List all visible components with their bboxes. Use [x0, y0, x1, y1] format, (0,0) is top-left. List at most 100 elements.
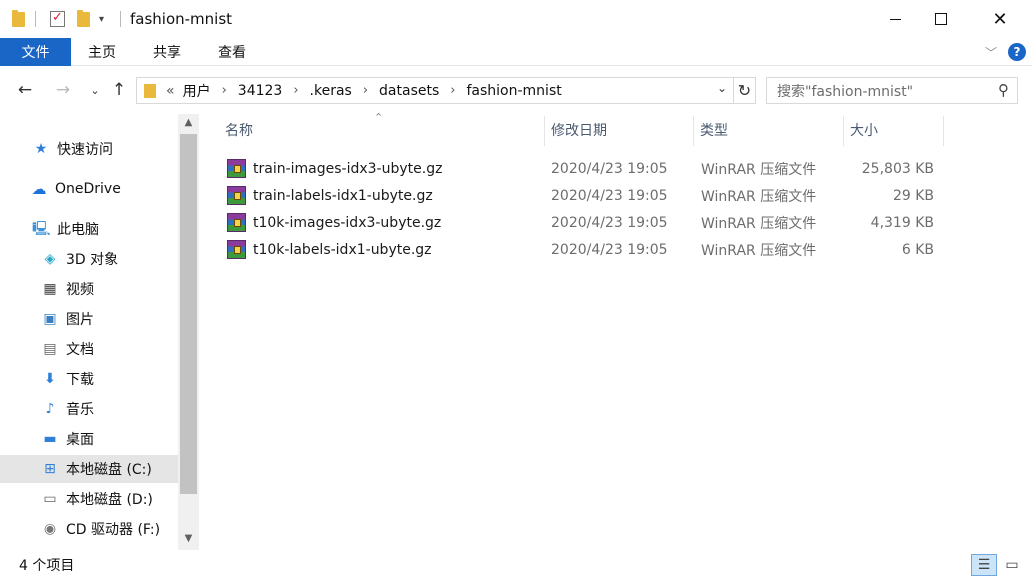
- nav-quick-access[interactable]: ★ 快速访问: [0, 135, 178, 163]
- recent-locations-chevron-icon[interactable]: ⌄: [84, 78, 106, 102]
- column-divider[interactable]: [943, 116, 944, 146]
- column-header-modified[interactable]: 修改日期: [551, 114, 607, 146]
- title-bar: ▾ fashion-mnist ✕: [0, 0, 1032, 38]
- tab-home[interactable]: 主页: [88, 38, 116, 66]
- details-view-icon[interactable]: ☰: [971, 554, 997, 576]
- file-name: train-labels-idx1-ubyte.gz: [253, 187, 433, 204]
- nav-item-label: 音乐: [66, 402, 94, 418]
- ribbon-expand-chevron-icon[interactable]: ﹀: [985, 44, 997, 61]
- cloud-icon: ☁: [31, 180, 47, 198]
- file-type: WinRAR 压缩文件: [701, 161, 817, 178]
- nav-downloads[interactable]: ⬇ 下载: [0, 365, 178, 393]
- scroll-down-arrow-icon[interactable]: ▼: [178, 530, 199, 548]
- scroll-thumb[interactable]: [180, 134, 197, 494]
- search-icon[interactable]: ⚲: [998, 81, 1009, 99]
- file-list: 名称 ⌃ 修改日期 类型 大小 train-images-idx3-ubyte.…: [199, 111, 1032, 550]
- file-modified: 2020/4/23 19:05: [551, 214, 668, 231]
- large-icons-view-icon[interactable]: ▭: [999, 554, 1025, 576]
- minimize-button[interactable]: [872, 0, 918, 38]
- nav-item-label: CD 驱动器 (F:): [66, 522, 161, 538]
- breadcrumb-separator[interactable]: ›: [363, 83, 368, 98]
- file-row[interactable]: t10k-images-idx3-ubyte.gz 2020/4/23 19:0…: [219, 209, 945, 236]
- quick-access-separator: [35, 11, 36, 27]
- desktop-icon: ▬: [43, 431, 57, 447]
- nav-videos[interactable]: ▦ 视频: [0, 275, 178, 303]
- address-bar[interactable]: « 用户 › 34123 › .keras › datasets › fashi…: [136, 77, 756, 104]
- breadcrumb-overflow[interactable]: «: [166, 83, 175, 99]
- nav-desktop[interactable]: ▬ 桌面: [0, 425, 178, 453]
- breadcrumb-separator[interactable]: ›: [222, 83, 227, 98]
- column-divider[interactable]: [693, 116, 694, 146]
- file-name-cell: t10k-labels-idx1-ubyte.gz: [227, 236, 432, 263]
- back-button[interactable]: ←: [14, 78, 36, 102]
- breadcrumb-34123[interactable]: 34123: [238, 83, 283, 99]
- file-size: 25,803 KB: [861, 160, 934, 177]
- nav-cd-drive-f[interactable]: ◉ CD 驱动器 (F:): [0, 515, 178, 543]
- nav-item-label: 快速访问: [57, 142, 113, 158]
- address-history-chevron-icon[interactable]: ⌄: [717, 81, 727, 95]
- breadcrumb-keras[interactable]: .keras: [310, 83, 352, 99]
- help-icon[interactable]: ?: [1008, 43, 1026, 61]
- breadcrumb-separator[interactable]: ›: [293, 83, 298, 98]
- nav-item-label: 3D 对象: [66, 252, 119, 268]
- computer-icon: 🖳: [32, 221, 51, 237]
- up-button[interactable]: ↑: [108, 78, 130, 102]
- file-row[interactable]: t10k-labels-idx1-ubyte.gz 2020/4/23 19:0…: [219, 236, 945, 263]
- file-size: 6 KB: [901, 241, 934, 258]
- search-input[interactable]: 搜索"fashion-mnist": [777, 81, 913, 101]
- file-name: t10k-labels-idx1-ubyte.gz: [253, 241, 432, 258]
- tab-file[interactable]: 文件: [0, 38, 71, 66]
- nav-item-label: 文档: [66, 342, 94, 358]
- nav-item-label: OneDrive: [55, 181, 121, 197]
- nav-pictures[interactable]: ▣ 图片: [0, 305, 178, 333]
- forward-button[interactable]: →: [52, 78, 74, 102]
- nav-scrollbar[interactable]: ▲ ▼: [178, 114, 199, 550]
- nav-item-label: 下载: [66, 372, 94, 388]
- column-divider[interactable]: [843, 116, 844, 146]
- file-size: 4,319 KB: [870, 214, 934, 231]
- window-title: fashion-mnist: [130, 10, 233, 28]
- breadcrumb-datasets[interactable]: datasets: [379, 83, 439, 99]
- winrar-archive-icon: [227, 159, 246, 178]
- tab-share[interactable]: 共享: [153, 38, 181, 66]
- download-icon: ⬇: [44, 371, 56, 387]
- column-header-type[interactable]: 类型: [700, 114, 728, 146]
- column-divider[interactable]: [544, 116, 545, 146]
- folder-icon[interactable]: [12, 9, 25, 29]
- breadcrumb-fashion-mnist[interactable]: fashion-mnist: [466, 83, 561, 99]
- file-modified: 2020/4/23 19:05: [551, 241, 668, 258]
- search-box[interactable]: 搜索"fashion-mnist" ⚲: [766, 77, 1018, 104]
- cube-icon: ◈: [44, 251, 56, 267]
- file-modified: 2020/4/23 19:05: [551, 160, 668, 177]
- breadcrumb-separator[interactable]: ›: [450, 83, 455, 98]
- nav-this-pc[interactable]: 🖳 此电脑: [0, 215, 178, 243]
- column-header-size[interactable]: 大小: [850, 114, 878, 146]
- nav-item-label: 本地磁盘 (D:): [66, 492, 153, 508]
- scroll-up-arrow-icon[interactable]: ▲: [178, 114, 199, 132]
- file-name: t10k-images-idx3-ubyte.gz: [253, 214, 442, 231]
- customize-quick-access-chevron-icon[interactable]: ▾: [99, 9, 104, 29]
- nav-item-label: 桌面: [66, 432, 94, 448]
- nav-local-disk-d[interactable]: ▭ 本地磁盘 (D:): [0, 485, 178, 513]
- file-size: 29 KB: [892, 187, 934, 204]
- file-row[interactable]: train-labels-idx1-ubyte.gz 2020/4/23 19:…: [219, 182, 945, 209]
- nav-local-disk-c[interactable]: ⊞ 本地磁盘 (C:): [0, 455, 178, 483]
- nav-onedrive[interactable]: ☁ OneDrive: [0, 175, 178, 203]
- tab-view[interactable]: 查看: [218, 38, 246, 66]
- windows-drive-icon: ⊞: [44, 461, 56, 477]
- column-header-name[interactable]: 名称: [225, 114, 253, 146]
- nav-3d-objects[interactable]: ◈ 3D 对象: [0, 245, 178, 273]
- nav-item-label: 视频: [66, 282, 94, 298]
- file-modified: 2020/4/23 19:05: [551, 187, 668, 204]
- properties-checkmark-icon[interactable]: [50, 9, 65, 29]
- file-name-cell: train-labels-idx1-ubyte.gz: [227, 182, 433, 209]
- refresh-button[interactable]: ↻: [733, 77, 755, 104]
- maximize-button[interactable]: [918, 0, 964, 38]
- new-folder-icon[interactable]: [77, 9, 90, 29]
- close-button[interactable]: ✕: [977, 0, 1023, 38]
- file-row[interactable]: train-images-idx3-ubyte.gz 2020/4/23 19:…: [219, 155, 945, 182]
- nav-documents[interactable]: ▤ 文档: [0, 335, 178, 363]
- breadcrumb-users[interactable]: 用户: [183, 81, 211, 101]
- nav-music[interactable]: ♪ 音乐: [0, 395, 178, 423]
- document-icon: ▤: [43, 341, 57, 357]
